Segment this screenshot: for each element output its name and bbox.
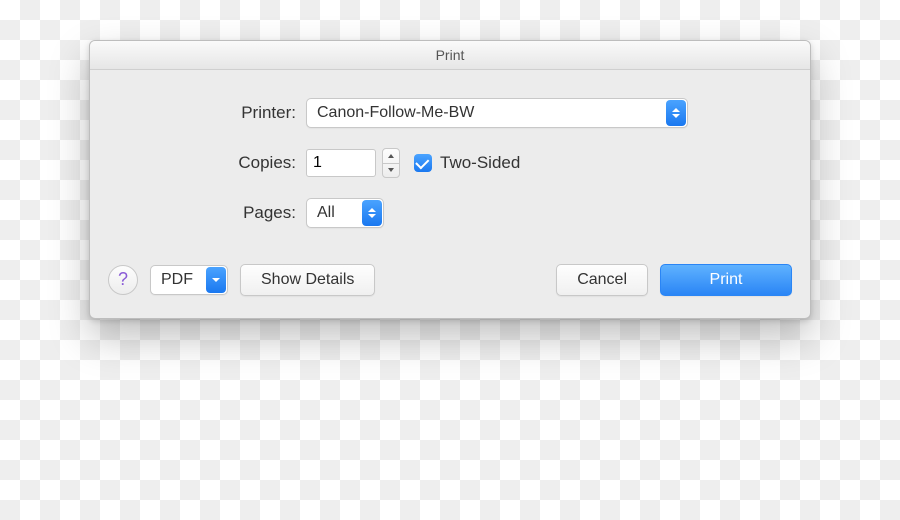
copies-row: Copies: Two-Sided [126, 148, 774, 178]
printer-label: Printer: [126, 103, 306, 123]
pdf-menu-button[interactable]: PDF [150, 265, 228, 295]
pages-select[interactable]: All [306, 198, 384, 228]
print-dialog: Print Printer: Canon-Follow-Me-BW Copies… [89, 40, 811, 319]
printer-select[interactable]: Canon-Follow-Me-BW [306, 98, 688, 128]
pages-row: Pages: All [126, 198, 774, 228]
dialog-body: Printer: Canon-Follow-Me-BW Copies: Two-… [90, 70, 810, 256]
pages-label: Pages: [126, 203, 306, 223]
copies-step-down[interactable] [383, 164, 399, 178]
print-button[interactable]: Print [660, 264, 792, 296]
copies-stepper[interactable] [382, 148, 400, 178]
cancel-button[interactable]: Cancel [556, 264, 648, 296]
show-details-label: Show Details [261, 271, 354, 289]
show-details-button[interactable]: Show Details [240, 264, 375, 296]
updown-caret-icon [362, 200, 382, 226]
cancel-label: Cancel [577, 271, 627, 289]
help-button[interactable]: ? [108, 265, 138, 295]
pages-selected-value: All [307, 204, 361, 222]
copies-step-up[interactable] [383, 149, 399, 164]
updown-caret-icon [666, 100, 686, 126]
two-sided-checkbox[interactable] [414, 154, 432, 172]
chevron-down-icon [206, 267, 226, 293]
copies-label: Copies: [126, 153, 306, 173]
printer-selected-value: Canon-Follow-Me-BW [307, 104, 665, 122]
titlebar: Print [90, 41, 810, 70]
dialog-title: Print [436, 47, 465, 63]
dialog-footer: ? PDF Show Details Cancel Print [90, 256, 810, 318]
print-button-label: Print [710, 271, 743, 289]
printer-row: Printer: Canon-Follow-Me-BW [126, 98, 774, 128]
pdf-menu-label: PDF [151, 271, 205, 289]
two-sided-label: Two-Sided [440, 153, 520, 173]
check-icon [415, 155, 429, 169]
copies-input[interactable] [306, 149, 376, 177]
